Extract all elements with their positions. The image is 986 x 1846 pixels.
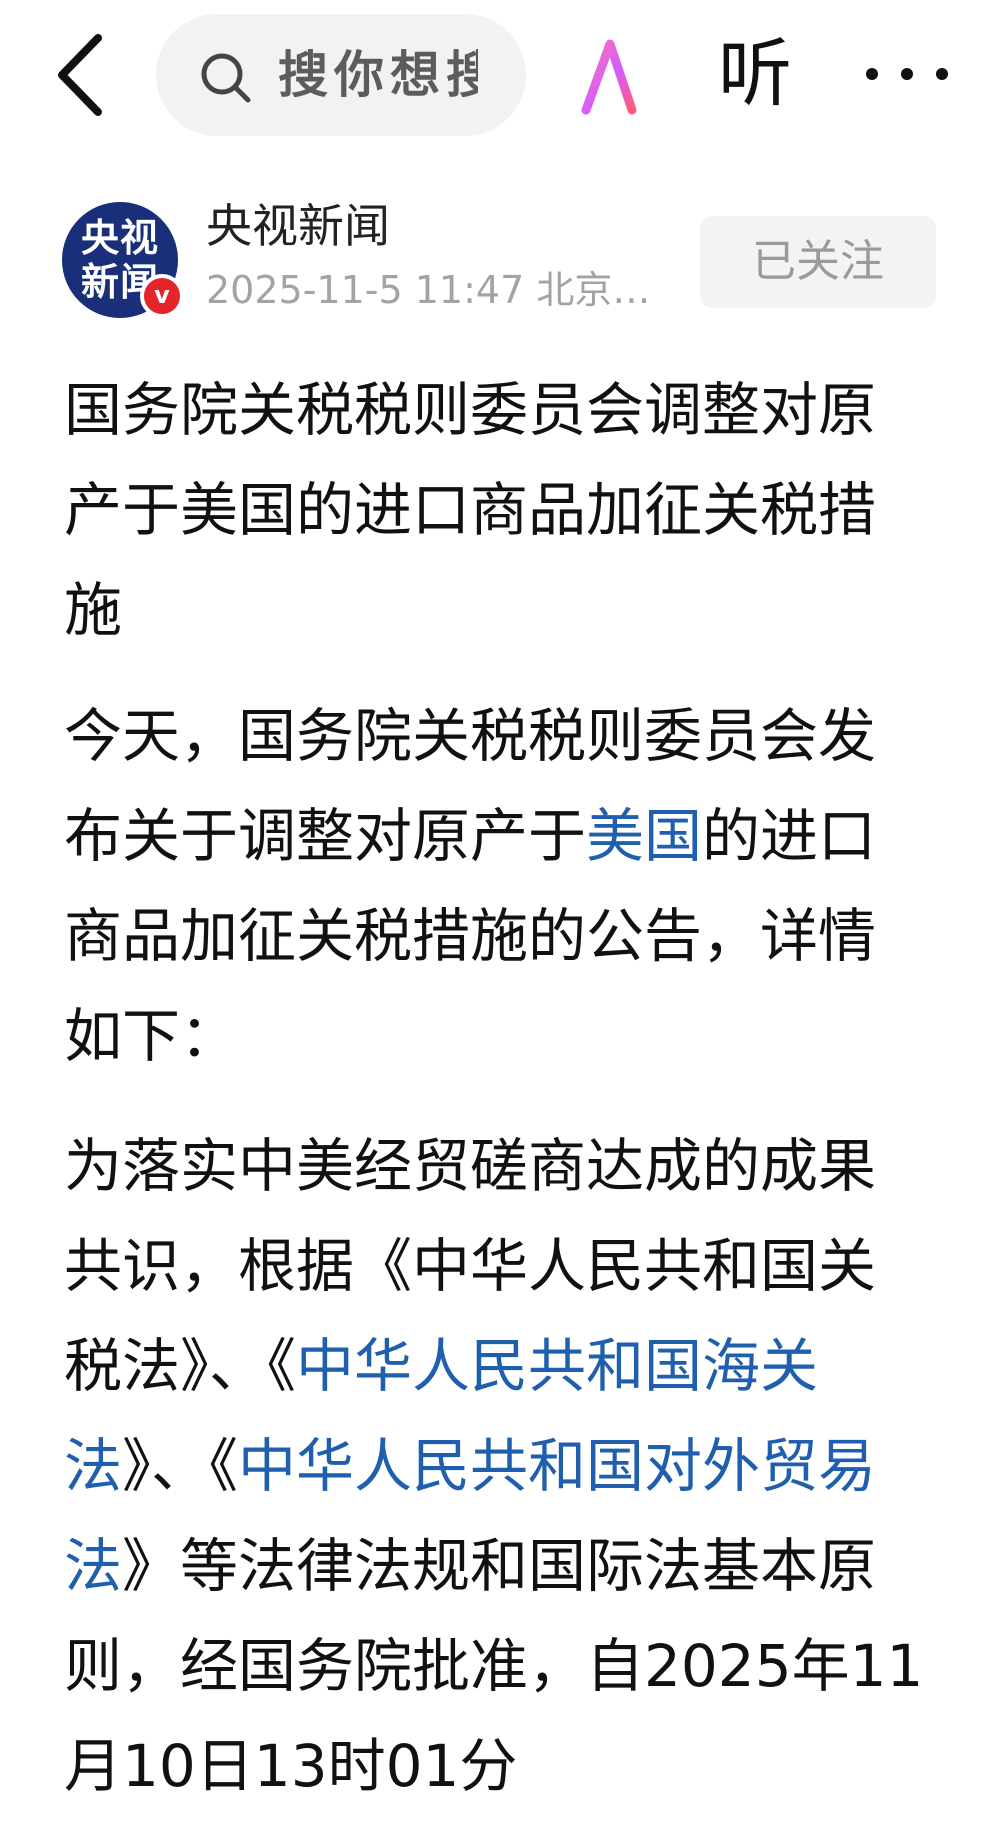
publish-meta: 2025-11-5 11:47 北京… [206, 268, 651, 312]
article-title: 国务院关税税则委员会调整对原产于美国的进口商品加征关税措施 [64, 376, 877, 644]
search-placeholder: 搜你想搜 [278, 45, 478, 104]
chevron-left-icon [58, 34, 102, 116]
more-dots-icon [866, 68, 948, 80]
search-input[interactable]: 搜你想搜 [156, 14, 526, 136]
follow-button[interactable]: 已关注 [700, 216, 936, 308]
verified-badge-icon: v [140, 274, 184, 318]
top-bar: 搜你想搜 听 [0, 0, 986, 150]
ai-button[interactable] [580, 36, 664, 116]
search-icon [201, 53, 251, 103]
author-name[interactable]: 央视新闻 [206, 196, 390, 256]
author-row: 央视 新闻 v 央视新闻 2025-11-5 11:47 北京… 已关注 [0, 190, 986, 330]
article-paragraph-2: 为落实中美经贸磋商达成的成果共识，根据《中华人民共和国关税法》、《中华人民共和国… [64, 1132, 924, 1800]
listen-button[interactable]: 听 [718, 24, 792, 124]
article-paragraph-1: 今天，国务院关税税则委员会发布关于调整对原产于美国的进口商品加征关税措施的公告，… [64, 702, 877, 1070]
back-button[interactable] [48, 30, 118, 120]
ai-icon [581, 39, 657, 115]
more-button[interactable] [862, 52, 952, 96]
link-usa[interactable]: 美国 [586, 802, 702, 870]
article-body: 国务院关税税则委员会调整对原产于美国的进口商品加征关税措施 今天，国务院关税税则… [64, 360, 924, 1846]
